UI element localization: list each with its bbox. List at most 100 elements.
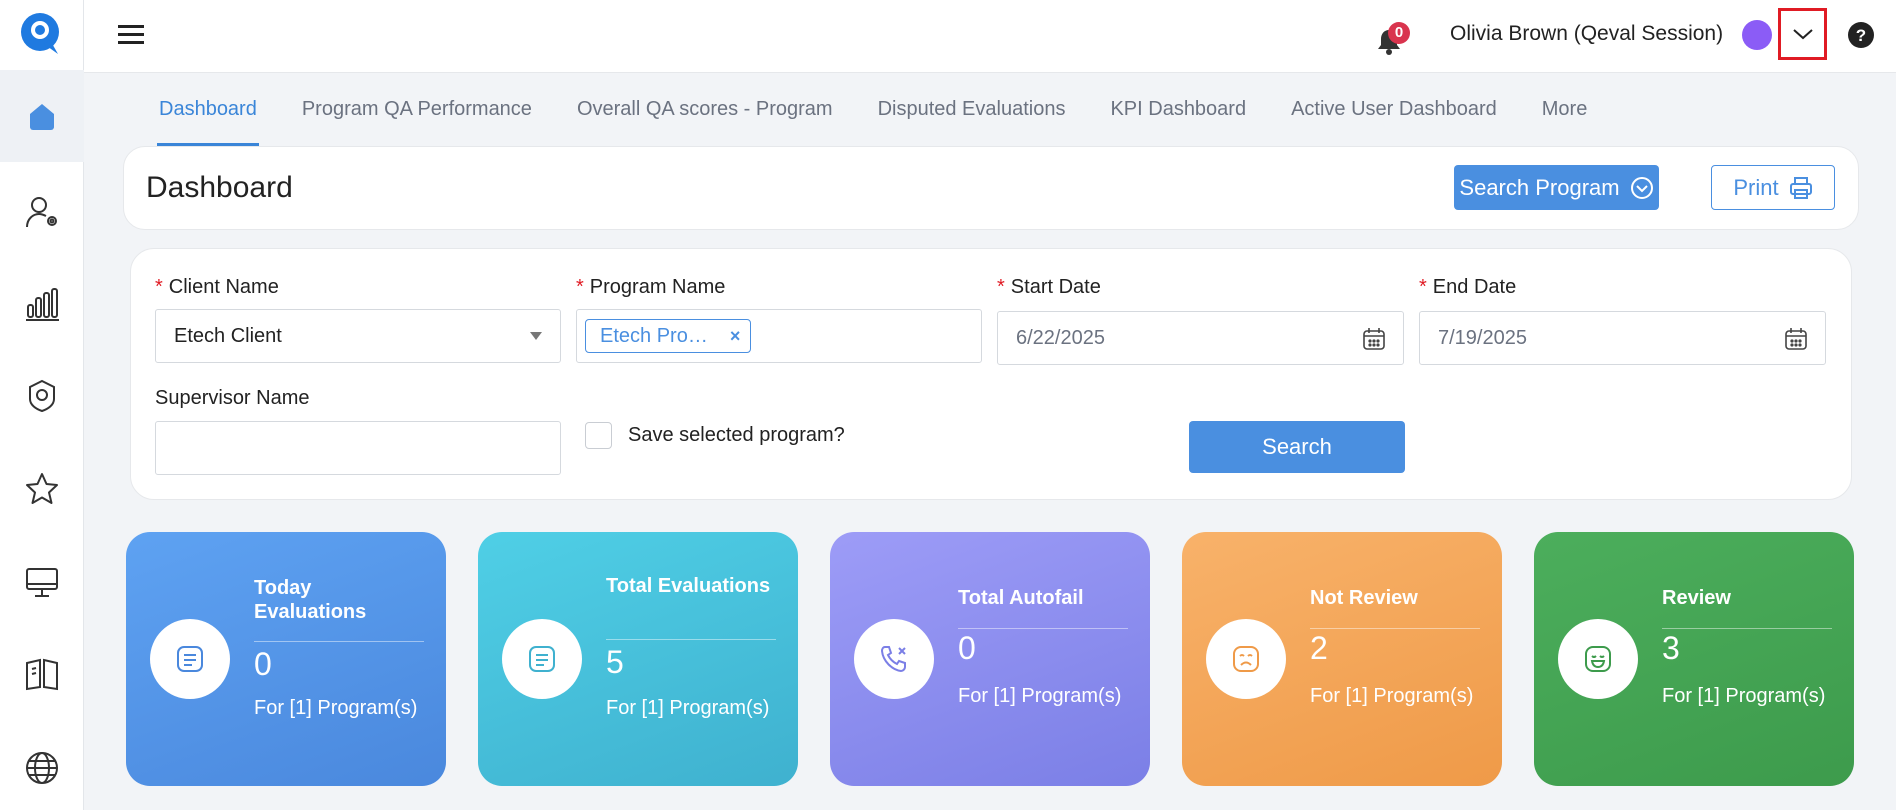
stat-foot: For [1] Program(s) [958,685,1122,707]
help-icon[interactable]: ? [1846,20,1876,50]
stat-title: Total Autofail [958,587,1084,609]
stat-title: Review [1662,587,1731,609]
stat-divider [254,641,424,642]
tab-program-qa-performance[interactable]: Program QA Performance [302,88,532,146]
stat-divider [1310,628,1480,629]
tab-active-user-dashboard[interactable]: Active User Dashboard [1291,88,1497,146]
search-button[interactable]: Search [1189,421,1405,473]
bar-chart-icon [26,288,59,321]
save-program-checkbox[interactable] [585,422,612,449]
search-program-label: Search Program [1459,174,1620,200]
sidebar-item-user-settings[interactable] [0,166,84,258]
tab-disputed-evaluations[interactable]: Disputed Evaluations [878,88,1066,146]
user-name[interactable]: Olivia Brown (Qeval Session) [1450,22,1723,46]
print-button[interactable]: Print [1711,165,1835,210]
stat-foot: For [1] Program(s) [606,697,770,719]
supervisor-name-input[interactable] [155,421,561,475]
tab-overall-qa-scores[interactable]: Overall QA scores - Program [577,88,833,146]
calendar-icon[interactable] [1783,326,1809,352]
stat-icon-circle [150,619,230,699]
client-name-value: Etech Client [174,324,282,347]
chevron-down-icon [1792,29,1813,40]
happy-face-icon [1585,646,1611,672]
program-chip[interactable]: Etech Pro… × [585,319,752,353]
stat-card-today-evaluations[interactable]: Today Evaluations 0 For [1] Program(s) [126,532,446,786]
start-date-label: * Start Date [997,276,1101,298]
sidebar-item-quality[interactable] [0,350,84,442]
stat-icon-circle [1206,619,1286,699]
stat-value: 2 [1310,630,1328,666]
start-date-value: 6/22/2025 [1016,326,1105,349]
sidebar-item-reports[interactable] [0,258,84,350]
notification-badge: 0 [1388,22,1410,44]
program-chip-label: Etech Pro… [600,324,708,347]
monitor-icon [26,568,58,597]
stat-title: Not Review [1310,587,1418,609]
search-program-button[interactable]: Search Program [1454,165,1659,210]
user-menu-toggle[interactable] [1778,8,1827,60]
sidebar-item-global[interactable] [0,722,84,810]
stat-card-total-autofail[interactable]: Total Autofail 0 For [1] Program(s) [830,532,1150,786]
stat-value: 0 [958,630,976,666]
stat-icon-circle [1558,619,1638,699]
document-icon [177,646,203,672]
sidebar-item-knowledge[interactable] [0,628,84,720]
sidebar [0,0,84,810]
sidebar-item-favorites[interactable] [0,443,84,535]
globe-icon [26,752,58,784]
stat-icon-circle [502,619,582,699]
badge-shield-icon [29,379,55,413]
print-label: Print [1733,174,1779,200]
tab-bar: Dashboard Program QA Performance Overall… [140,88,1632,146]
end-date-field[interactable]: 7/19/2025 [1419,311,1826,365]
save-program-label: Save selected program? [628,424,845,446]
sad-face-icon [1233,646,1259,672]
calendar-icon[interactable] [1361,326,1387,352]
close-icon[interactable]: × [730,326,741,347]
stat-value: 5 [606,644,624,680]
tab-dashboard[interactable]: Dashboard [157,88,259,146]
document-icon [529,646,555,672]
stat-icon-circle [854,619,934,699]
sidebar-item-monitor[interactable] [0,536,84,628]
page-header-card: Dashboard Search Program Print [123,146,1859,230]
tab-kpi-dashboard[interactable]: KPI Dashboard [1110,88,1246,146]
end-date-label: * End Date [1419,276,1517,298]
end-date-value: 7/19/2025 [1438,326,1527,349]
stat-card-total-evaluations[interactable]: Total Evaluations 5 For [1] Program(s) [478,532,798,786]
program-name-label: * Program Name [576,276,726,298]
stat-card-review[interactable]: Review 3 For [1] Program(s) [1534,532,1854,786]
stat-card-not-review[interactable]: Not Review 2 For [1] Program(s) [1182,532,1502,786]
tab-more[interactable]: More [1542,88,1588,146]
stat-divider [958,628,1128,629]
stat-title: Total Evaluations [606,575,771,597]
client-name-label: * Client Name [155,276,279,298]
start-date-field[interactable]: 6/22/2025 [997,311,1404,365]
svg-text:?: ? [1856,26,1866,45]
printer-icon [1789,176,1812,199]
stat-foot: For [1] Program(s) [1310,685,1474,707]
filter-panel: * Client Name Etech Client * Program Name … [130,248,1852,500]
supervisor-name-label: Supervisor Name [155,387,310,409]
caret-down-icon [530,332,542,340]
menu-icon[interactable] [116,20,146,50]
sidebar-item-home[interactable] [0,70,84,162]
app-logo[interactable] [18,10,66,58]
top-bar: 0 Olivia Brown (Qeval Session) ? [84,0,1896,73]
page-title: Dashboard [146,171,293,204]
avatar[interactable] [1742,20,1772,50]
phone-missed-icon [880,646,906,673]
stat-title: Today Evaluations [254,577,367,623]
stat-foot: For [1] Program(s) [254,697,418,719]
home-icon [30,104,54,130]
book-icon [26,658,58,691]
client-name-select[interactable]: Etech Client [155,309,561,363]
user-settings-icon [26,197,57,228]
stat-value: 3 [1662,630,1680,666]
stat-value: 0 [254,646,272,682]
chevron-circle-icon [1630,176,1653,199]
stat-foot: For [1] Program(s) [1662,685,1826,707]
stat-divider [1662,628,1832,629]
star-icon [26,473,58,504]
program-name-select[interactable]: Etech Pro… × [576,309,982,363]
